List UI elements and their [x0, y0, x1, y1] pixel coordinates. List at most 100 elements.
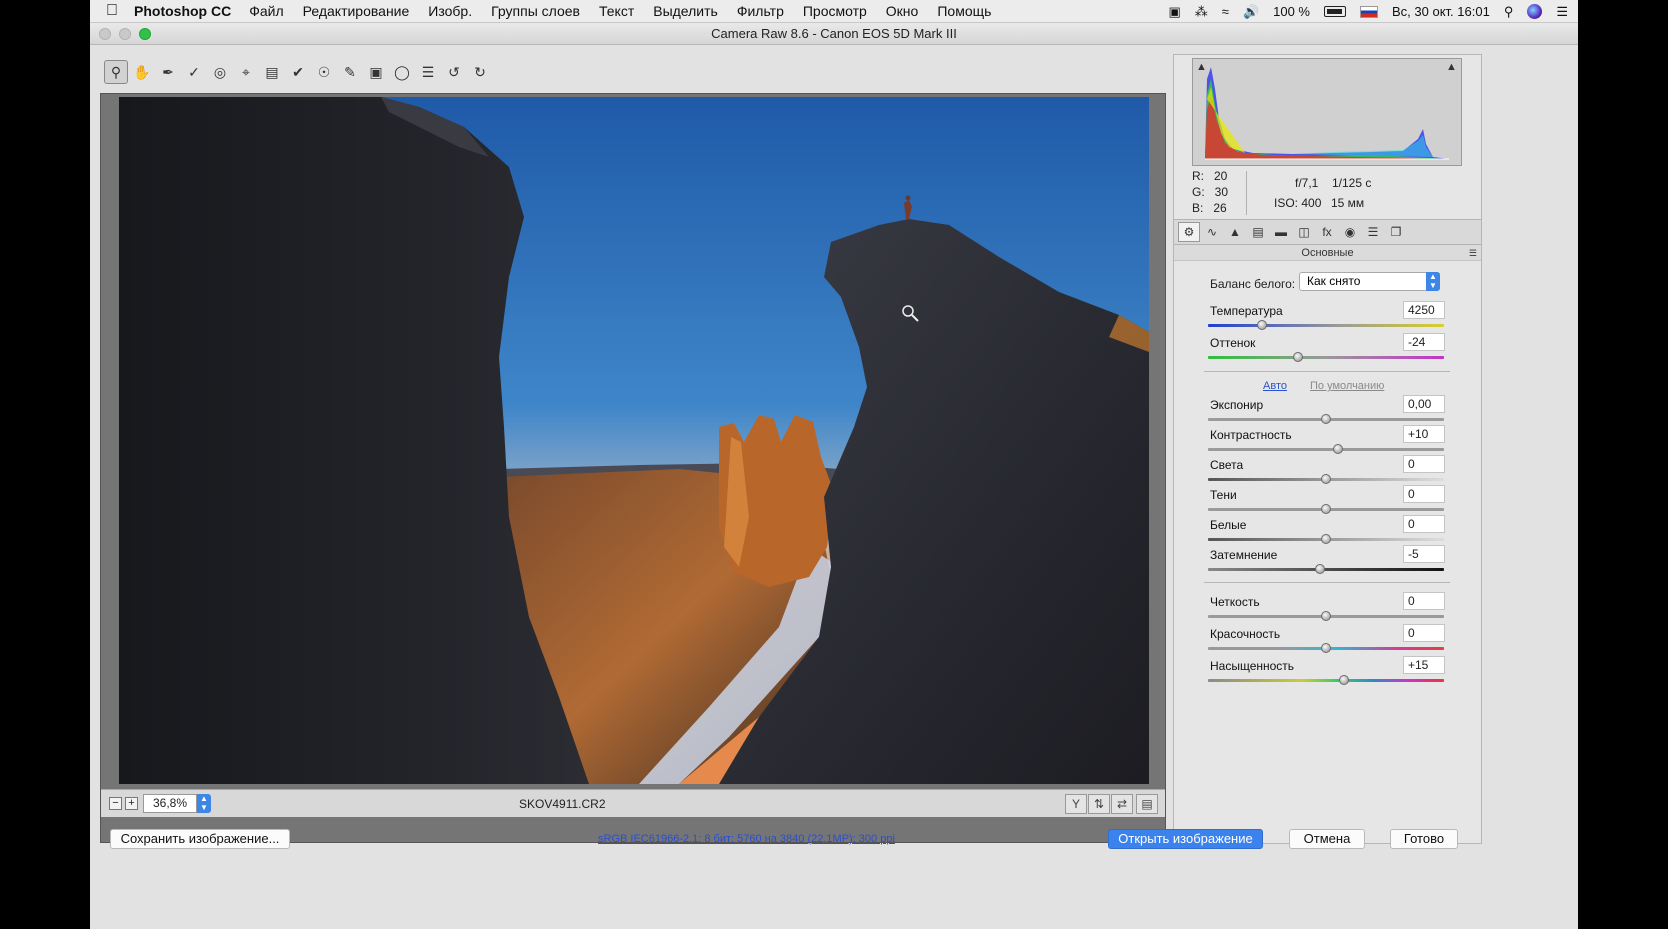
photo-preview[interactable] — [119, 97, 1149, 784]
zoom-tool-icon[interactable]: ⚲ — [104, 60, 128, 84]
spotlight-search-icon[interactable]: ⚲ — [1504, 4, 1514, 20]
preferences-icon[interactable]: ☰ — [416, 60, 440, 84]
tab-camera-calibration-icon[interactable]: ◉ — [1339, 222, 1361, 242]
slider-vibrance[interactable]: Красочность 0 — [1208, 624, 1446, 657]
slider-value-field[interactable]: 0 — [1403, 485, 1445, 503]
zoom-button[interactable] — [139, 28, 151, 40]
tab-hsl-icon[interactable]: ▤ — [1247, 222, 1269, 242]
shadow-clipping-warning-icon[interactable]: ▲ — [1196, 62, 1208, 73]
slider-track[interactable] — [1208, 679, 1444, 682]
tab-basic-icon[interactable]: ⚙ — [1178, 222, 1200, 242]
slider-thumb[interactable] — [1315, 564, 1326, 574]
zoom-level-dropdown[interactable]: ▲ ▼ — [197, 794, 211, 813]
input-source-flag-icon[interactable] — [1360, 5, 1378, 18]
slider-clarity[interactable]: Четкость 0 — [1208, 592, 1446, 625]
slider-thumb[interactable] — [1338, 675, 1349, 685]
workflow-options-link[interactable]: sRGB IEC61966-2.1; 8 бит; 5760 на 3840 (… — [598, 833, 895, 845]
open-image-button[interactable]: Открыть изображение — [1108, 829, 1263, 849]
close-button[interactable] — [99, 28, 111, 40]
app-menu[interactable]: Photoshop CC — [134, 3, 231, 19]
tab-presets-icon[interactable]: ☰ — [1362, 222, 1384, 242]
auto-link[interactable]: Авто — [1263, 380, 1287, 392]
slider-whites[interactable]: Белые 0 — [1208, 515, 1446, 548]
section-menu-icon[interactable]: ☰ — [1469, 245, 1477, 261]
zoom-out-button[interactable]: − — [109, 797, 122, 810]
slider-thumb[interactable] — [1321, 643, 1331, 653]
minimize-button[interactable] — [119, 28, 131, 40]
preview-preferences-icon[interactable]: ▤ — [1136, 794, 1158, 814]
menu-window[interactable]: Окно — [886, 3, 919, 19]
menu-view[interactable]: Просмотр — [803, 3, 867, 19]
slider-thumb[interactable] — [1257, 320, 1268, 330]
done-button[interactable]: Готово — [1390, 829, 1458, 849]
menu-image[interactable]: Изобр. — [428, 3, 472, 19]
slider-contrast[interactable]: Контрастность +10 — [1208, 425, 1446, 458]
slider-thumb[interactable] — [1292, 352, 1303, 362]
slider-thumb[interactable] — [1321, 504, 1331, 514]
slider-highlights[interactable]: Света 0 — [1208, 455, 1446, 488]
slider-value-field[interactable]: 0 — [1403, 624, 1445, 642]
apple-menu-icon[interactable]:  — [90, 2, 134, 20]
slider-thumb[interactable] — [1321, 414, 1331, 424]
spot-removal-tool-icon[interactable]: ✔ — [286, 60, 310, 84]
color-sampler-tool-icon[interactable]: ✓ — [182, 60, 206, 84]
radial-filter-icon[interactable]: ◯ — [390, 60, 414, 84]
menu-select[interactable]: Выделить — [653, 3, 718, 19]
straighten-tool-icon[interactable]: ▤ — [260, 60, 284, 84]
preview-area[interactable]: − + 36,8% ▲ ▼ SKOV4911.CR2 Y ⇅ ⇄ ▤ — [100, 93, 1166, 843]
slider-blacks[interactable]: Затемнение -5 — [1208, 545, 1446, 578]
tab-lens-corrections-icon[interactable]: ◫ — [1293, 222, 1315, 242]
notification-center-icon[interactable]: ☰ — [1556, 4, 1568, 20]
zoom-level-field[interactable]: 36,8% — [143, 794, 197, 813]
slider-track[interactable] — [1208, 324, 1444, 327]
save-image-button[interactable]: Сохранить изображение... — [110, 829, 290, 849]
slider-thumb[interactable] — [1321, 534, 1331, 544]
slider-track[interactable] — [1208, 568, 1444, 571]
display-icon[interactable]: ▣ — [1169, 4, 1181, 20]
copy-settings-icon[interactable]: ⇄ — [1111, 794, 1133, 814]
tab-split-toning-icon[interactable]: ▬ — [1270, 222, 1292, 242]
slider-exposure[interactable]: Экспонир 0,00 — [1208, 395, 1446, 428]
cancel-button[interactable]: Отмена — [1289, 829, 1365, 849]
slider-tint[interactable]: Оттенок -24 — [1208, 333, 1446, 366]
siri-icon[interactable] — [1527, 4, 1543, 19]
slider-value-field[interactable]: -5 — [1403, 545, 1445, 563]
tab-tone-curve-icon[interactable]: ∿ — [1201, 222, 1223, 242]
default-link[interactable]: По умолчанию — [1310, 380, 1384, 392]
white-balance-select[interactable]: Как снято ▲ ▼ — [1299, 272, 1440, 291]
graduated-filter-icon[interactable]: ▣ — [364, 60, 388, 84]
highlight-clipping-warning-icon[interactable]: ▲ — [1446, 62, 1458, 73]
rotate-right-icon[interactable]: ↻ — [468, 60, 492, 84]
white-balance-tool-icon[interactable]: ✒ — [156, 60, 180, 84]
slider-thumb[interactable] — [1332, 444, 1343, 454]
battery-icon[interactable] — [1324, 6, 1346, 17]
slider-value-field[interactable]: 0 — [1403, 455, 1445, 473]
hand-tool-icon[interactable]: ✋ — [130, 60, 154, 84]
clock[interactable]: Вс, 30 окт. 16:01 — [1392, 4, 1490, 19]
slider-track[interactable] — [1208, 356, 1444, 359]
slider-saturation[interactable]: Насыщенность +15 — [1208, 656, 1446, 689]
slider-value-field[interactable]: 0 — [1403, 515, 1445, 533]
tab-snapshots-icon[interactable]: ❐ — [1385, 222, 1407, 242]
adjustment-brush-icon[interactable]: ✎ — [338, 60, 362, 84]
menu-file[interactable]: Файл — [249, 3, 283, 19]
menu-type[interactable]: Текст — [599, 3, 634, 19]
menu-edit[interactable]: Редактирование — [303, 3, 410, 19]
slider-thumb[interactable] — [1321, 611, 1331, 621]
slider-value-field[interactable]: +15 — [1403, 656, 1445, 674]
slider-value-field[interactable]: +10 — [1403, 425, 1445, 443]
red-eye-tool-icon[interactable]: ☉ — [312, 60, 336, 84]
slider-value-field[interactable]: 0,00 — [1403, 395, 1445, 413]
targeted-adjustment-tool-icon[interactable]: ◎ — [208, 60, 232, 84]
before-after-toggle-icon[interactable]: Y — [1065, 794, 1087, 814]
slider-track[interactable] — [1208, 448, 1444, 451]
tab-detail-icon[interactable]: ▲ — [1224, 222, 1246, 242]
bluetooth-icon[interactable]: ⁂ — [1195, 4, 1208, 20]
menu-help[interactable]: Помощь — [937, 3, 991, 19]
tab-effects-icon[interactable]: fx — [1316, 222, 1338, 242]
slider-value-field[interactable]: -24 — [1403, 333, 1445, 351]
slider-value-field[interactable]: 0 — [1403, 592, 1445, 610]
wifi-icon[interactable]: ≈ — [1222, 4, 1229, 19]
volume-icon[interactable]: 🔊 — [1243, 4, 1259, 20]
swap-settings-icon[interactable]: ⇅ — [1088, 794, 1110, 814]
